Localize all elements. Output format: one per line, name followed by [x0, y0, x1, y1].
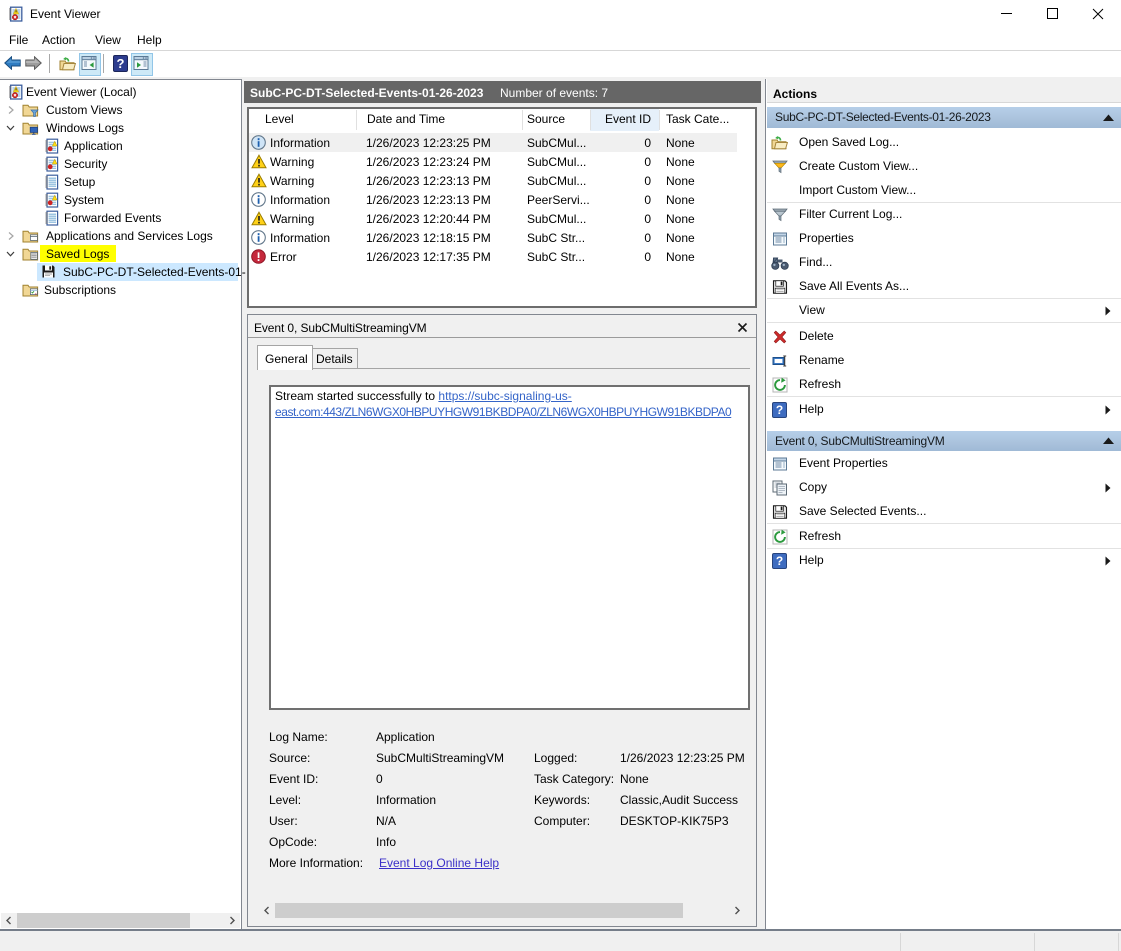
svg-text:?: ?: [117, 56, 125, 71]
svg-text:?: ?: [776, 554, 783, 568]
svg-text:?: ?: [776, 403, 783, 417]
